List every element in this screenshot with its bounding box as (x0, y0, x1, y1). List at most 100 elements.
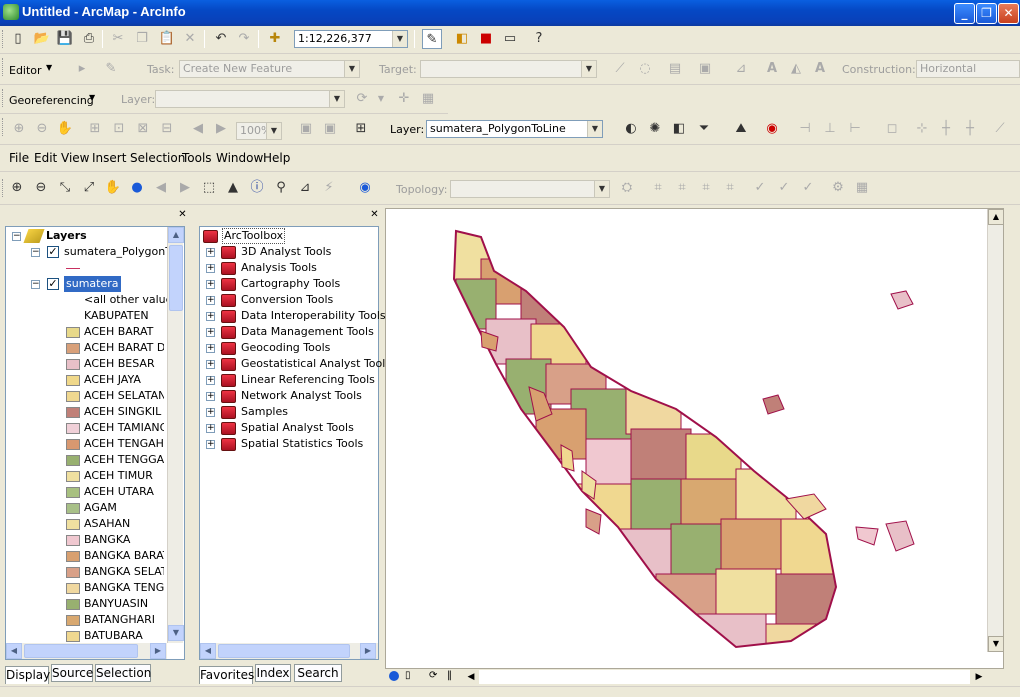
hyperlink-icon[interactable]: ⚡ (319, 178, 339, 198)
add-data-icon[interactable]: ✚ (265, 29, 285, 49)
tab-index[interactable]: Index (255, 664, 291, 682)
swipe-icon[interactable]: ⏷ (694, 119, 714, 139)
toc-layer-polygontoline[interactable]: sumatera_PolygonTo (64, 244, 168, 260)
tab-display[interactable]: Display (5, 666, 50, 684)
close-icon[interactable]: ✕ (177, 210, 188, 221)
map-scale-combo[interactable]: 1:12,226,377 ▼ (294, 30, 408, 48)
chevron-down-icon[interactable]: ▼ (89, 93, 95, 102)
pan-page-icon[interactable]: ✋ (55, 119, 75, 139)
fixed-zoom-out-icon[interactable]: ⊟ (157, 119, 177, 139)
map-topology-icon[interactable]: ⌗ (648, 178, 668, 198)
brightness-icon[interactable]: ✺ (645, 119, 665, 139)
expand-icon[interactable]: + (206, 440, 215, 449)
zoom-out-page-icon[interactable]: ⊖ (32, 119, 52, 139)
collapse-icon[interactable]: − (12, 232, 21, 241)
validate-icon[interactable]: ✓ (750, 178, 770, 198)
expand-icon[interactable]: + (206, 392, 215, 401)
menu-help[interactable]: Help (263, 151, 290, 165)
toolbox-item[interactable]: Network Analyst Tools (241, 388, 362, 404)
scroll-thumb[interactable] (169, 245, 183, 311)
scroll-left-icon[interactable]: ◀ (200, 643, 216, 659)
full-extent-globe-icon[interactable]: ● (127, 178, 147, 198)
toolbox-item[interactable]: Spatial Analyst Tools (241, 420, 354, 436)
toc-vertical-scrollbar[interactable]: ▲ ▼ (167, 227, 184, 643)
toolbox-item[interactable]: Analysis Tools (241, 260, 317, 276)
menu-edit[interactable]: Edit (34, 151, 57, 165)
chevron-down-icon[interactable]: ▼ (329, 91, 344, 107)
dimension-icon[interactable]: ⊿ (731, 59, 751, 79)
effects-layer-combo[interactable]: sumatera_PolygonToLine ▼ (426, 120, 603, 138)
scroll-up-icon[interactable]: ▲ (988, 209, 1004, 225)
annotation-text-icon[interactable]: A (762, 59, 782, 79)
map-vertical-scrollbar[interactable]: ▲ ▼ (987, 209, 1004, 652)
scroll-down-icon[interactable]: ▼ (988, 636, 1004, 652)
find-binoculars-icon[interactable]: ⚲ (271, 178, 291, 198)
scroll-left-icon[interactable]: ◀ (463, 669, 479, 685)
new-document-icon[interactable]: ▯ (8, 29, 28, 49)
zoom-100-icon[interactable]: ⊡ (109, 119, 129, 139)
task-combo[interactable]: Create New Feature ▼ (179, 60, 360, 78)
construction-combo[interactable]: Horizontal (916, 60, 1020, 78)
editor-toolbar-icon[interactable]: ✎ (422, 29, 442, 49)
close-icon[interactable]: ✕ (369, 210, 380, 221)
fixed-zoom-in-icon[interactable]: ⤡ (55, 178, 75, 198)
expand-icon[interactable]: + (206, 408, 215, 417)
toolbox-item[interactable]: Samples (241, 404, 288, 420)
validate-all-icon[interactable]: ✓ (798, 178, 818, 198)
legend-swatch[interactable] (66, 535, 80, 546)
legend-swatch[interactable] (66, 551, 80, 562)
legend-swatch[interactable] (66, 391, 80, 402)
legend-swatch[interactable] (66, 519, 80, 530)
open-folder-icon[interactable]: 📂 (32, 29, 52, 49)
validate-extent-icon[interactable]: ✓ (774, 178, 794, 198)
menu-selection[interactable]: Selection (130, 151, 185, 165)
legend-swatch[interactable] (66, 503, 80, 514)
align-right-icon[interactable]: ⊢ (845, 119, 865, 139)
close-button[interactable]: ✕ (998, 3, 1019, 24)
tab-favorites[interactable]: Favorites (199, 666, 254, 684)
arctoolbox-root[interactable]: ArcToolbox (222, 228, 286, 244)
legend-swatch[interactable] (66, 455, 80, 466)
contrast-icon[interactable]: ◐ (621, 119, 641, 139)
menu-tools[interactable]: Tools (182, 151, 212, 165)
legend-swatch[interactable] (66, 599, 80, 610)
editor-dropdown-icon[interactable]: ▼ (46, 63, 52, 72)
scroll-down-icon[interactable]: ▼ (168, 625, 184, 641)
chevron-down-icon[interactable]: ▼ (587, 121, 602, 137)
menu-window[interactable]: Window (216, 151, 263, 165)
layout-view-icon[interactable]: ▯ (405, 670, 411, 681)
layer-visibility-checkbox[interactable]: ✓ (47, 246, 59, 258)
expand-icon[interactable]: + (206, 376, 215, 385)
error-inspector-icon[interactable]: ▦ (852, 178, 872, 198)
fixed-zoom-in-icon[interactable]: ⊠ (133, 119, 153, 139)
add-control-points-icon[interactable]: ✛ (394, 89, 414, 109)
link-table-icon[interactable]: ▦ (418, 89, 438, 109)
arcglobe-icon[interactable]: ◉ (355, 178, 375, 198)
scroll-left-icon[interactable]: ◀ (6, 643, 22, 659)
align-left-icon[interactable]: ⊣ (795, 119, 815, 139)
intersection-icon[interactable]: ┼ (936, 119, 956, 139)
planarize-icon[interactable]: ⌗ (696, 178, 716, 198)
arctoolbox-icon[interactable]: ■ (476, 29, 496, 49)
maximize-button[interactable]: ❐ (976, 3, 997, 24)
rotate-icon[interactable]: ⟳ (352, 89, 372, 109)
map-display[interactable]: ▲ ▼ (385, 208, 1004, 669)
topology-edit-icon[interactable]: ⛭ (617, 178, 637, 198)
zoom-in-page-icon[interactable]: ⊕ (9, 119, 29, 139)
align-center-icon[interactable]: ⊥ (820, 119, 840, 139)
scroll-right-icon[interactable]: ▶ (150, 643, 166, 659)
legend-swatch[interactable] (66, 375, 80, 386)
legend-swatch[interactable] (66, 407, 80, 418)
toolbox-item[interactable]: Geocoding Tools (241, 340, 330, 356)
delete-icon[interactable]: ✕ (180, 29, 200, 49)
chevron-down-icon[interactable]: ▼ (392, 31, 407, 47)
toolbox-item[interactable]: Conversion Tools (241, 292, 333, 308)
collapse-icon[interactable]: − (31, 248, 40, 257)
previous-extent-icon[interactable]: ◀ (188, 119, 208, 139)
toolbox-item[interactable]: Geostatistical Analyst Tools (241, 356, 391, 372)
paste-icon[interactable]: 📋 (157, 29, 177, 49)
target-combo[interactable]: ▼ (420, 60, 597, 78)
cut-icon[interactable]: ✂ (108, 29, 128, 49)
command-line-icon[interactable]: ▭ (500, 29, 520, 49)
menu-file[interactable]: File (9, 151, 29, 165)
